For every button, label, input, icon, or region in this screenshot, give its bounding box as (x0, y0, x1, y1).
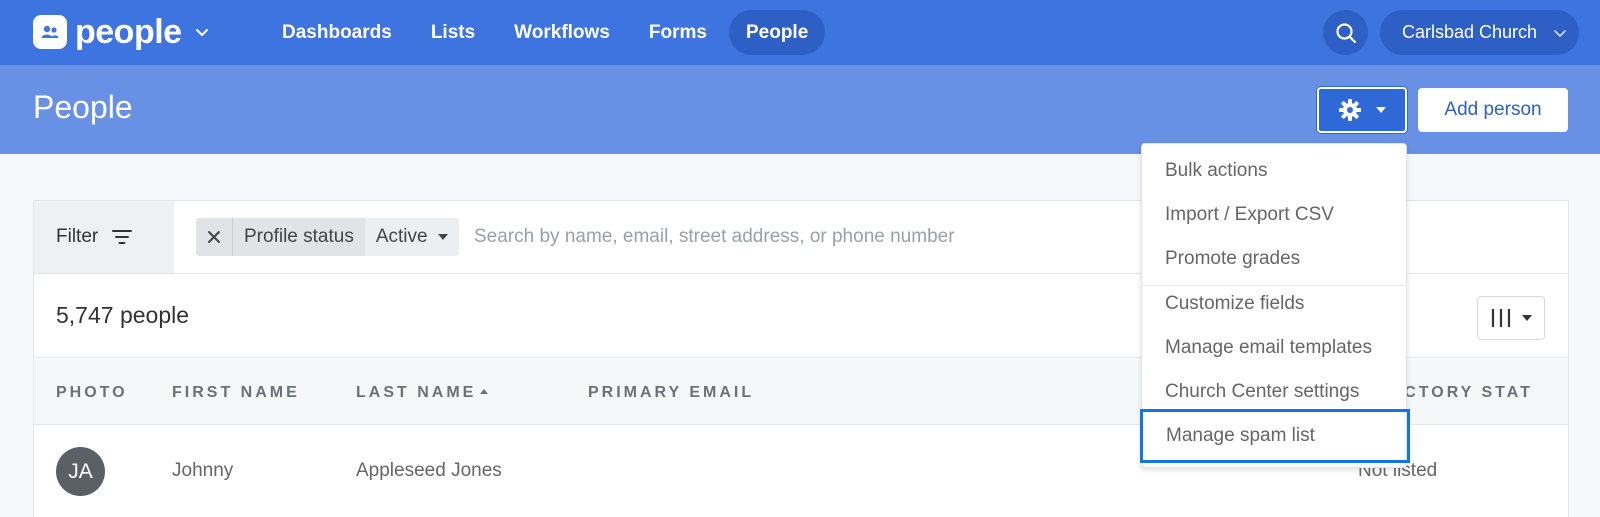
column-header-photo: PHOTO (56, 384, 128, 401)
app-switcher[interactable]: people (33, 15, 210, 49)
filter-button[interactable]: Filter (34, 201, 174, 273)
column-header-last-name[interactable]: LAST NAME (356, 384, 489, 402)
close-icon (208, 231, 220, 243)
filter-chip-value: Active (375, 226, 428, 247)
people-count: 5,747 people (56, 302, 190, 328)
nav-item-forms[interactable]: Forms (632, 10, 724, 55)
cell-first-name: Johnny (172, 460, 234, 481)
nav-item-lists[interactable]: Lists (414, 10, 492, 55)
column-header-primary-email[interactable]: PRIMARY EMAIL (588, 384, 754, 402)
caret-down-icon (1376, 107, 1386, 113)
settings-dropdown-button[interactable] (1317, 87, 1407, 133)
filter-lines-icon (112, 230, 133, 244)
nav-item-people[interactable]: People (728, 10, 826, 55)
global-search-button[interactable] (1323, 10, 1368, 55)
avatar: JA (56, 447, 105, 496)
menu-item-manage-email-templates[interactable]: Manage email templates (1142, 326, 1406, 370)
cell-last-name: Appleseed Jones (356, 460, 502, 481)
people-logo-icon (33, 15, 67, 49)
main-nav: Dashboards Lists Workflows Forms People (265, 10, 830, 55)
column-header-first-name[interactable]: FIRST NAME (172, 384, 300, 402)
chevron-down-icon (1554, 30, 1566, 37)
filter-chip-field[interactable]: Profile status (233, 218, 365, 256)
caret-down-icon (1522, 315, 1532, 321)
top-nav: people Dashboards Lists Workflows Forms … (0, 0, 1600, 65)
menu-item-promote-grades[interactable]: Promote grades (1142, 237, 1406, 281)
menu-item-import-export-csv[interactable]: Import / Export CSV (1142, 193, 1406, 237)
app-name: people (75, 13, 182, 51)
filter-label: Filter (56, 226, 99, 247)
search-icon (1335, 22, 1356, 43)
org-name: Carlsbad Church (1402, 22, 1538, 42)
remove-filter-button[interactable] (196, 218, 233, 256)
last-name-label: LAST NAME (356, 384, 477, 401)
nav-item-workflows[interactable]: Workflows (497, 10, 627, 55)
menu-item-church-center-settings[interactable]: Church Center settings (1142, 370, 1406, 414)
settings-menu: Bulk actions Import / Export CSV Promote… (1140, 143, 1410, 468)
page-title: People (33, 89, 133, 125)
gear-icon (1339, 99, 1361, 121)
page-header: People Add person (0, 65, 1600, 154)
nav-item-dashboards[interactable]: Dashboards (265, 10, 409, 55)
menu-item-manage-spam-list[interactable]: Manage spam list (1140, 409, 1410, 463)
add-person-button[interactable]: Add person (1418, 88, 1568, 132)
column-picker-button[interactable] (1477, 296, 1545, 340)
org-switcher[interactable]: Carlsbad Church (1380, 10, 1579, 55)
filter-chip-profile-status: Profile status Active (196, 218, 459, 256)
menu-item-bulk-actions[interactable]: Bulk actions (1142, 149, 1406, 193)
filter-chip-value-select[interactable]: Active (364, 218, 459, 256)
columns-icon (1491, 309, 1511, 327)
people-search-input[interactable] (474, 218, 1114, 256)
menu-item-customize-fields[interactable]: Customize fields (1142, 282, 1406, 326)
sort-ascending-icon (480, 389, 489, 394)
chevron-down-icon (195, 29, 208, 36)
caret-down-icon (437, 234, 448, 240)
